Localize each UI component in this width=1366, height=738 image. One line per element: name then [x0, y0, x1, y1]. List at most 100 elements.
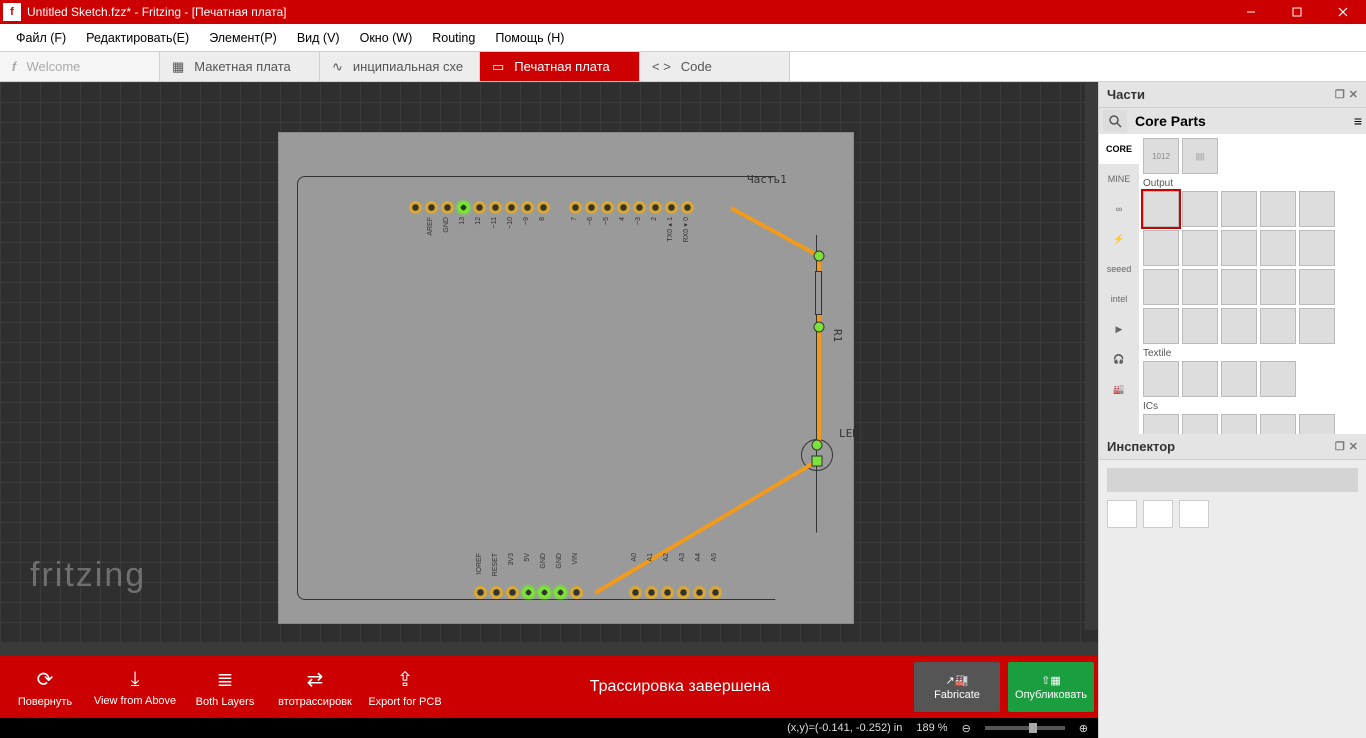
pcb-pad[interactable] — [522, 586, 535, 599]
inspector-tab[interactable] — [1179, 500, 1209, 528]
vertical-scrollbar[interactable] — [1085, 82, 1098, 630]
resistor-body[interactable] — [815, 271, 822, 315]
export-pcb-button[interactable]: ⇪ Export for PCB — [360, 656, 450, 718]
tab-breadboard[interactable]: ▦ Макетная плата — [160, 52, 320, 81]
part-thumb[interactable] — [1182, 269, 1218, 305]
pcb-pad[interactable] — [649, 201, 662, 214]
part-thumb[interactable] — [1143, 308, 1179, 344]
pcb-canvas[interactable]: Часть1 R1 LED1 AREFGND1312~11~10~9 — [0, 82, 1098, 643]
pcb-pad[interactable] — [677, 586, 690, 599]
part-thumb[interactable]: |||| — [1182, 138, 1218, 174]
power-header-pads[interactable] — [474, 586, 583, 599]
inspector-title-field[interactable] — [1107, 468, 1358, 492]
analog-header-pads[interactable] — [629, 586, 722, 599]
parts-list[interactable]: 1012|||| Output Textile ICs — [1139, 134, 1366, 434]
pcb-pad[interactable] — [645, 586, 658, 599]
part-thumb[interactable] — [1299, 414, 1335, 434]
maximize-button[interactable] — [1274, 0, 1320, 24]
pcb-pad[interactable] — [506, 586, 519, 599]
part-thumb[interactable] — [1299, 230, 1335, 266]
pcb-board[interactable]: Часть1 R1 LED1 AREFGND1312~11~10~9 — [278, 132, 854, 624]
pcb-pad[interactable] — [521, 201, 534, 214]
led-body[interactable] — [801, 439, 833, 471]
part-thumb[interactable] — [1221, 230, 1257, 266]
part-thumb[interactable] — [1260, 308, 1296, 344]
part-thumb[interactable] — [1221, 361, 1257, 397]
inspector-tab[interactable] — [1107, 500, 1137, 528]
zoom-slider[interactable] — [985, 726, 1065, 730]
part-thumb[interactable] — [1143, 269, 1179, 305]
part-thumb[interactable] — [1221, 414, 1257, 434]
pcb-pad[interactable] — [538, 586, 551, 599]
pcb-pad[interactable] — [441, 201, 454, 214]
tab-schematic[interactable]: ∿ инципиальная схе — [320, 52, 480, 81]
minimize-button[interactable] — [1228, 0, 1274, 24]
pcb-pad[interactable] — [693, 586, 706, 599]
bin-intel[interactable]: intel — [1099, 284, 1139, 314]
bin-audio[interactable]: 🎧 — [1099, 344, 1139, 374]
zoom-in-button[interactable]: ⊕ — [1079, 722, 1088, 735]
part-thumb[interactable] — [1299, 308, 1335, 344]
pcb-pad[interactable] — [409, 201, 422, 214]
bin-play[interactable]: ▶ — [1099, 314, 1139, 344]
pcb-pad[interactable] — [425, 201, 438, 214]
publish-button[interactable]: ⇧▦ Опубликовать — [1008, 662, 1094, 712]
close-button[interactable] — [1320, 0, 1366, 24]
pcb-pad[interactable] — [601, 201, 614, 214]
part-thumb[interactable] — [1143, 191, 1179, 227]
part-thumb[interactable] — [1260, 361, 1296, 397]
bin-core[interactable]: CORE — [1099, 134, 1139, 164]
part-thumb[interactable] — [1299, 191, 1335, 227]
pcb-pad[interactable] — [457, 201, 470, 214]
pcb-pad[interactable] — [661, 586, 674, 599]
part-thumb[interactable] — [1182, 191, 1218, 227]
part-thumb[interactable] — [1221, 191, 1257, 227]
bin-arduino[interactable]: ∞ — [1099, 194, 1139, 224]
menu-routing[interactable]: Routing — [422, 27, 485, 49]
pcb-pad[interactable] — [709, 586, 722, 599]
part-thumb[interactable] — [1260, 230, 1296, 266]
tab-welcome[interactable]: 𝒇 Welcome — [0, 52, 160, 81]
part-thumb[interactable] — [1182, 414, 1218, 434]
bin-mine[interactable]: MINE — [1099, 164, 1139, 194]
close-panel-icon[interactable]: ✕ — [1349, 440, 1358, 453]
menu-help[interactable]: Помощь (H) — [485, 27, 574, 49]
part-thumb[interactable] — [1182, 308, 1218, 344]
pcb-pad[interactable] — [617, 201, 630, 214]
autoroute-button[interactable]: ⇄ втотрассировк — [270, 656, 360, 718]
menu-view[interactable]: Вид (V) — [287, 27, 350, 49]
bin-sparkfun[interactable]: ⚡ — [1099, 224, 1139, 254]
zoom-out-button[interactable]: ⊖ — [962, 722, 971, 735]
pcb-pad[interactable] — [474, 586, 487, 599]
inspector-tab[interactable] — [1143, 500, 1173, 528]
part-thumb[interactable] — [1143, 414, 1179, 434]
menu-window[interactable]: Окно (W) — [350, 27, 423, 49]
horizontal-scrollbar[interactable] — [0, 643, 1098, 656]
pcb-pad[interactable] — [554, 586, 567, 599]
pcb-pad[interactable] — [665, 201, 678, 214]
rotate-button[interactable]: ⟳ Повернуть — [0, 656, 90, 718]
pcb-pad[interactable] — [585, 201, 598, 214]
part-thumb[interactable] — [1221, 308, 1257, 344]
fabricate-button[interactable]: ↗🏭 Fabricate — [914, 662, 1000, 712]
layers-button[interactable]: ≣ Both Layers — [180, 656, 270, 718]
pcb-pad[interactable] — [490, 586, 503, 599]
part-thumb[interactable]: 1012 — [1143, 138, 1179, 174]
part-thumb[interactable] — [1299, 269, 1335, 305]
pcb-pad[interactable] — [489, 201, 502, 214]
tab-pcb[interactable]: ▭ Печатная плата — [480, 52, 640, 81]
pcb-pad[interactable] — [505, 201, 518, 214]
part-thumb[interactable] — [1182, 230, 1218, 266]
pcb-pad[interactable] — [537, 201, 550, 214]
undock-icon[interactable]: ❐ — [1335, 88, 1345, 101]
part-thumb[interactable] — [1260, 191, 1296, 227]
view-from-button[interactable]: ⤓ View from Above — [90, 656, 180, 718]
pcb-pad[interactable] — [569, 201, 582, 214]
search-parts-button[interactable] — [1103, 110, 1127, 132]
close-panel-icon[interactable]: ✕ — [1349, 88, 1358, 101]
menu-file[interactable]: Файл (F) — [6, 27, 76, 49]
pcb-pad[interactable] — [473, 201, 486, 214]
part-thumb[interactable] — [1260, 269, 1296, 305]
part-thumb[interactable] — [1143, 230, 1179, 266]
top-header-pads[interactable] — [409, 201, 694, 214]
